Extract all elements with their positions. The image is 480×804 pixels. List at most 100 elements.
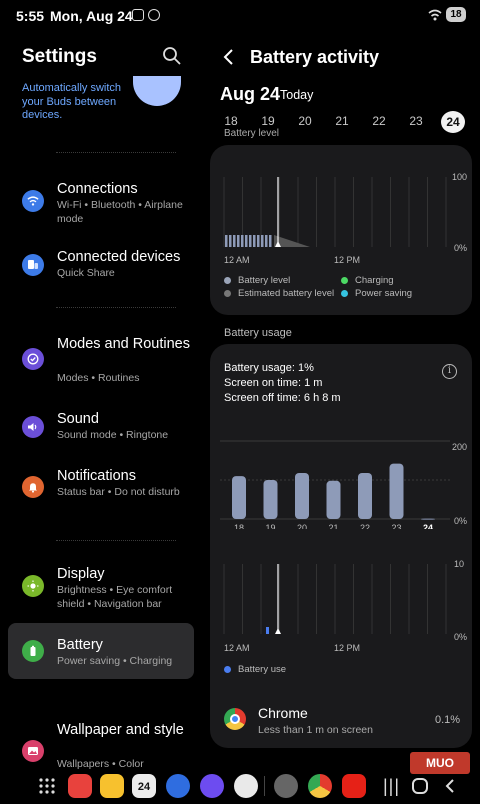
search-icon[interactable] bbox=[162, 46, 182, 66]
screen-on-time: Screen on time: 1 m bbox=[224, 377, 323, 389]
y-axis-max-label: 10 bbox=[454, 559, 465, 569]
youtube-app-icon[interactable] bbox=[342, 774, 366, 798]
day-18[interactable]: 18 bbox=[219, 114, 243, 128]
battery-usage-card: Battery usage: 1% Screen on time: 1 m Sc… bbox=[210, 344, 472, 748]
settings-item-battery[interactable]: Battery Power saving • Charging bbox=[8, 623, 194, 679]
status-bar: 5:55 Mon, Aug 24 18 bbox=[0, 0, 480, 30]
settings-item-notifications[interactable]: Notifications Status bar • Do not distur… bbox=[8, 462, 194, 518]
app-name[interactable]: Chrome bbox=[258, 705, 308, 721]
page-title: Battery activity bbox=[250, 47, 380, 67]
battery-level-bar bbox=[229, 235, 232, 247]
settings-item-connected-devices[interactable]: Connected devices Quick Share bbox=[8, 242, 194, 286]
item-subtitle: Quick Share bbox=[57, 267, 115, 279]
x-tick-label: 19 bbox=[265, 523, 275, 529]
navigation-bar: MUO 24 ||| bbox=[0, 752, 480, 804]
wifi-icon bbox=[428, 9, 442, 21]
legend-dot bbox=[224, 277, 231, 284]
battery-level-bar bbox=[265, 235, 268, 247]
battery-level-bar bbox=[237, 235, 240, 247]
battery-level-card: 100 0% 12 AM 12 PM Battery level Chargin… bbox=[210, 145, 472, 315]
files-app-icon[interactable] bbox=[100, 774, 124, 798]
settings-app-icon[interactable] bbox=[274, 774, 298, 798]
item-title: Battery bbox=[57, 637, 103, 653]
dock-divider bbox=[264, 776, 265, 796]
home-nav-icon[interactable] bbox=[412, 778, 428, 794]
bell-icon bbox=[22, 476, 44, 498]
buds-image bbox=[133, 76, 181, 106]
settings-item-wallpaper-style[interactable]: Wallpaper and style Wallpapers • Color bbox=[8, 718, 194, 770]
chrome-icon bbox=[224, 708, 246, 730]
battery-level-bar bbox=[225, 235, 228, 247]
info-icon[interactable]: i bbox=[442, 364, 457, 379]
item-subtitle: Status bar • Do not disturb bbox=[57, 486, 180, 498]
item-subtitle: Wallpapers • Color bbox=[57, 758, 144, 770]
item-subtitle: Brightness • Eye comfort shield • Naviga… bbox=[57, 584, 173, 610]
status-time: 5:55 bbox=[16, 8, 45, 24]
item-title: Wallpaper and style bbox=[57, 722, 184, 738]
day-19[interactable]: 19 bbox=[256, 114, 280, 128]
settings-item-display[interactable]: Display Brightness • Eye comfort shield … bbox=[8, 560, 194, 616]
day-21[interactable]: 21 bbox=[330, 114, 354, 128]
internet-app-icon[interactable] bbox=[200, 774, 224, 798]
legend-label: Battery level bbox=[238, 275, 291, 286]
recents-nav-icon[interactable]: ||| bbox=[383, 776, 400, 797]
settings-item-connections[interactable]: Connections Wi-Fi • Bluetooth • Airplane… bbox=[8, 170, 194, 230]
y-axis-max-label: 200 bbox=[452, 442, 468, 452]
y-axis-max-label: 100 bbox=[452, 172, 468, 182]
app-screen-time: Less than 1 m on screen bbox=[258, 724, 373, 736]
item-title: Connections bbox=[57, 181, 138, 197]
app-drawer-icon[interactable] bbox=[38, 777, 56, 795]
item-subtitle: Wi-Fi • Bluetooth • Airplane mode bbox=[57, 199, 183, 225]
day-22[interactable]: 22 bbox=[367, 114, 391, 128]
sun-icon bbox=[22, 575, 44, 597]
day-23[interactable]: 23 bbox=[404, 114, 428, 128]
legend-label: Charging bbox=[355, 275, 394, 286]
battery-level-bar bbox=[269, 235, 272, 247]
flipboard-app-icon[interactable] bbox=[68, 774, 92, 798]
day-20[interactable]: 20 bbox=[293, 114, 317, 128]
camera-app-icon[interactable] bbox=[234, 774, 258, 798]
x-axis-start-label: 12 AM bbox=[224, 643, 250, 653]
hourly-usage-bar bbox=[266, 627, 269, 634]
x-tick-label: 21 bbox=[328, 523, 338, 529]
calendar-app-icon[interactable]: 24 bbox=[132, 774, 156, 798]
item-title: Notifications bbox=[57, 468, 136, 484]
item-subtitle: Sound mode • Ringtone bbox=[57, 429, 169, 441]
buds-suggestion-text[interactable]: Automatically switch your Buds between d… bbox=[22, 82, 132, 123]
y-axis-min-label: 0% bbox=[454, 632, 468, 642]
battery-level-chart bbox=[223, 177, 447, 247]
x-axis-start-label: 12 AM bbox=[224, 255, 250, 265]
x-tick-label: 24 bbox=[423, 523, 433, 529]
gallery-notification-icon bbox=[132, 9, 144, 21]
battery-level-bar bbox=[261, 235, 264, 247]
day-24[interactable]: 24 bbox=[441, 111, 465, 133]
back-arrow-icon[interactable] bbox=[222, 48, 236, 66]
settings-item-modes-routines[interactable]: Modes and Routines Modes • Routines bbox=[8, 330, 194, 390]
watermark: MUO bbox=[410, 752, 470, 774]
status-date: Mon, Aug 24 bbox=[50, 8, 133, 24]
item-title: Display bbox=[57, 566, 105, 582]
chrome-app-icon[interactable] bbox=[308, 774, 332, 798]
messages-app-icon[interactable] bbox=[166, 774, 190, 798]
usage-bar-22 bbox=[358, 472, 372, 519]
page-title: Settings bbox=[22, 46, 97, 67]
selected-date: Aug 24 bbox=[220, 84, 281, 104]
x-tick-label: 18 bbox=[234, 523, 244, 529]
back-nav-icon[interactable] bbox=[444, 778, 456, 794]
usage-bar-20 bbox=[295, 472, 309, 519]
item-subtitle: Power saving • Charging bbox=[57, 655, 173, 667]
legend-label: Power saving bbox=[355, 288, 413, 299]
speaker-icon bbox=[22, 416, 44, 438]
legend-label: Estimated battery level bbox=[238, 288, 335, 299]
legend-dot bbox=[341, 290, 348, 297]
check-circle-icon bbox=[22, 348, 44, 370]
battery-level-bar bbox=[241, 235, 244, 247]
y-axis-min-label: 0% bbox=[454, 516, 468, 526]
battery-level-bar bbox=[257, 235, 260, 247]
item-title: Sound bbox=[57, 411, 99, 427]
battery-icon bbox=[22, 640, 44, 662]
screen-off-time: Screen off time: 6 h 8 m bbox=[224, 392, 341, 404]
wifi-icon bbox=[22, 190, 44, 212]
settings-item-sound[interactable]: Sound Sound mode • Ringtone bbox=[8, 405, 194, 449]
battery-level-bar bbox=[253, 235, 256, 247]
